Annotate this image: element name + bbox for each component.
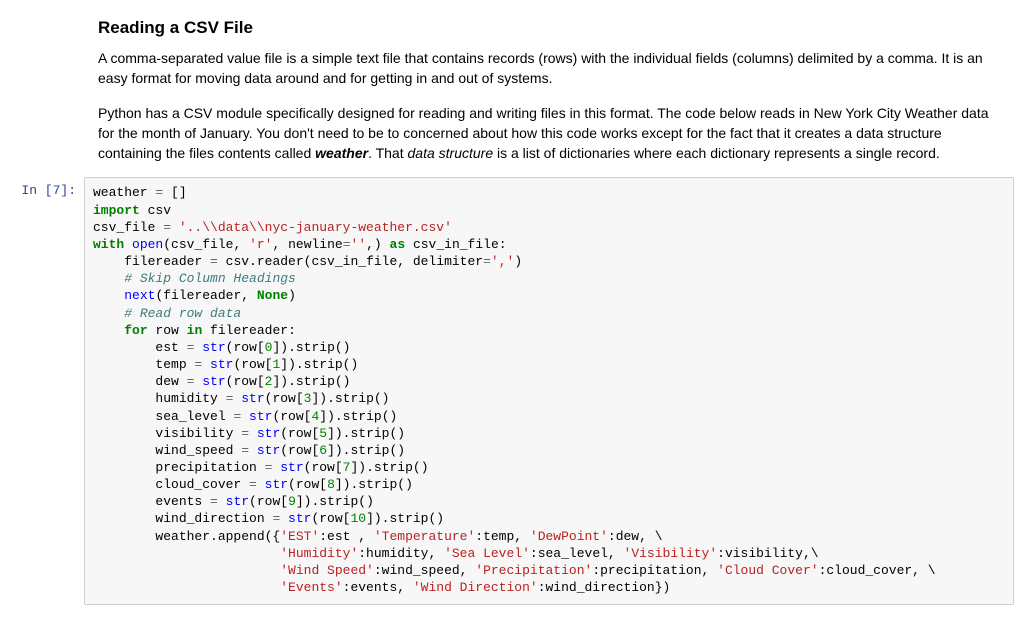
section-heading: Reading a CSV File [98,18,1000,38]
markdown-cell: Reading a CSV File A comma-separated val… [94,18,1004,163]
paragraph-2-part-c: is a list of dictionaries where each dic… [493,145,940,161]
inline-italic: data structure [408,145,494,161]
input-prompt: In [7]: [0,177,84,198]
paragraph-2-part-b: . That [368,145,407,161]
paragraph-1: A comma-separated value file is a simple… [98,48,1000,89]
code-input-area[interactable]: weather = [] import csv csv_file = '..\\… [84,177,1014,605]
inline-bold-italic: weather [315,145,368,161]
paragraph-2: Python has a CSV module specifically des… [98,103,1000,164]
notebook-container: Reading a CSV File A comma-separated val… [0,0,1024,625]
code-cell: In [7]: weather = [] import csv csv_file… [0,177,1024,605]
